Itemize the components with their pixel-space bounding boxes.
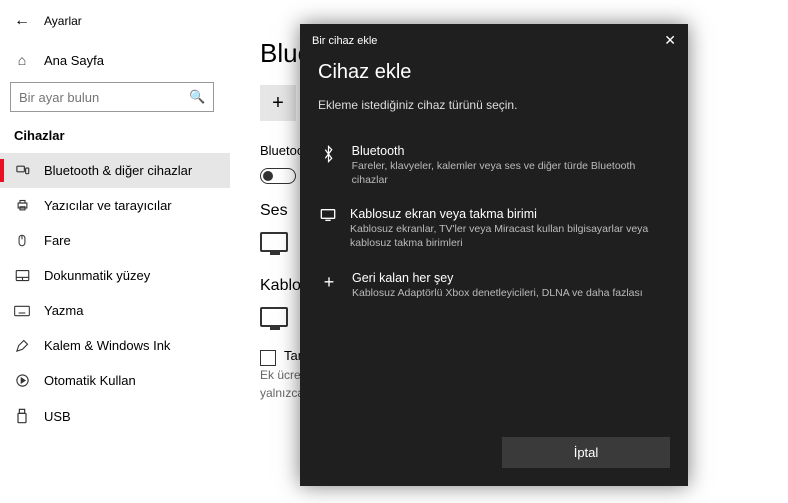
mouse-icon	[14, 233, 30, 248]
back-button[interactable]: ←	[14, 12, 30, 30]
add-device-dialog: Bir cihaz ekle ✕ Cihaz ekle Ekleme isted…	[300, 24, 688, 486]
sidebar-item-pen[interactable]: Kalem & Windows Ink	[0, 328, 230, 363]
home-label: Ana Sayfa	[44, 53, 104, 68]
usb-icon	[14, 408, 30, 424]
option-desc: Kablosuz ekranlar, TV'ler veya Miracast …	[350, 223, 668, 250]
option-desc: Kablosuz Adaptörlü Xbox denetleyicileri,…	[352, 287, 643, 301]
search-input[interactable]	[19, 90, 189, 105]
home-icon: ⌂	[14, 52, 30, 68]
search-box[interactable]: 🔍	[10, 82, 214, 112]
sidebar-item-bluetooth[interactable]: Bluetooth & diğer cihazlar	[0, 153, 230, 188]
plus-icon: +	[320, 271, 338, 293]
option-title: Bluetooth	[352, 144, 668, 158]
monitor-icon	[260, 232, 288, 252]
sidebar-item-autoplay[interactable]: Otomatik Kullan	[0, 363, 230, 398]
sidebar-item-mouse[interactable]: Fare	[0, 223, 230, 258]
sidebar-item-printers[interactable]: Yazıcılar ve tarayıcılar	[0, 188, 230, 223]
dialog-title: Cihaz ekle	[318, 61, 670, 84]
sidebar-item-label: USB	[44, 409, 71, 424]
bluetooth-toggle[interactable]	[260, 168, 296, 184]
sidebar-item-label: Fare	[44, 233, 71, 248]
printer-icon	[14, 198, 30, 213]
option-desc: Fareler, klavyeler, kalemler veya ses ve…	[352, 160, 668, 187]
sidebar-item-label: Otomatik Kullan	[44, 373, 136, 388]
bluetooth-icon	[320, 144, 338, 163]
sidebar-section-label: Cihazlar	[0, 122, 230, 153]
dialog-header-title: Bir cihaz ekle	[312, 35, 377, 47]
pen-icon	[14, 338, 30, 353]
option-title: Geri kalan her şey	[352, 271, 643, 285]
sidebar-item-label: Yazma	[44, 303, 84, 318]
option-wireless-display[interactable]: Kablosuz ekran veya takma birimi Kablosu…	[318, 197, 670, 260]
monitor-icon	[260, 307, 288, 327]
sidebar-item-usb[interactable]: USB	[0, 398, 230, 434]
window-title: Ayarlar	[44, 14, 82, 28]
sidebar-item-label: Dokunmatik yüzey	[44, 268, 150, 283]
sidebar-item-typing[interactable]: Yazma	[0, 293, 230, 328]
keyboard-icon	[14, 305, 30, 317]
touchpad-icon	[14, 269, 30, 282]
cancel-button[interactable]: İptal	[502, 437, 670, 468]
option-bluetooth[interactable]: Bluetooth Fareler, klavyeler, kalemler v…	[318, 134, 670, 197]
dialog-description: Ekleme istediğiniz cihaz türünü seçin.	[318, 98, 670, 112]
sidebar-item-touchpad[interactable]: Dokunmatik yüzey	[0, 258, 230, 293]
option-everything-else[interactable]: + Geri kalan her şey Kablosuz Adaptörlü …	[318, 261, 670, 311]
display-icon	[320, 207, 336, 222]
devices-icon	[14, 163, 30, 178]
sidebar-home[interactable]: ⌂ Ana Sayfa	[0, 42, 230, 78]
search-icon: 🔍	[189, 89, 205, 105]
plus-icon: +	[260, 85, 296, 121]
metered-checkbox[interactable]	[260, 350, 276, 366]
sidebar-item-label: Bluetooth & diğer cihazlar	[44, 163, 192, 178]
close-button[interactable]: ✕	[664, 32, 676, 49]
option-title: Kablosuz ekran veya takma birimi	[350, 207, 668, 221]
autoplay-icon	[14, 373, 30, 388]
sidebar-item-label: Kalem & Windows Ink	[44, 338, 170, 353]
sidebar-item-label: Yazıcılar ve tarayıcılar	[44, 198, 172, 213]
